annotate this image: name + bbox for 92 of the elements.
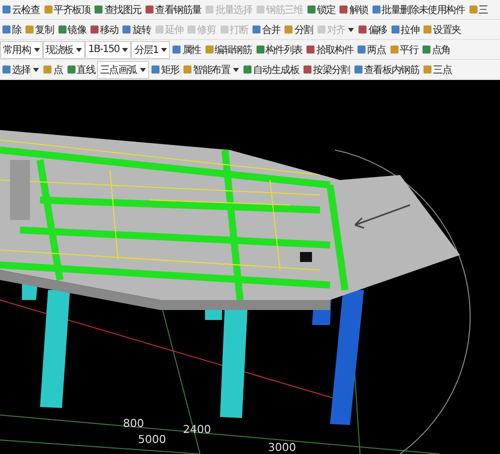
toolbar-button[interactable]: 编辑钢筋 (202, 42, 254, 58)
tool-icon (2, 65, 11, 74)
tool-icon (358, 25, 368, 34)
toolbar-button[interactable]: 拾取构件 (304, 42, 356, 58)
toolbar-button[interactable]: 锁定 (304, 2, 338, 18)
component-select[interactable]: 分层1 (131, 40, 170, 58)
tool-icon (354, 65, 363, 74)
tool-icon (43, 65, 52, 74)
dimension-label: 2400 (183, 423, 211, 436)
tool-icon (187, 25, 196, 34)
caret-icon (33, 68, 40, 72)
tool-icon (220, 25, 229, 34)
component-select[interactable]: 常用构 (0, 40, 43, 58)
tool-icon (468, 5, 478, 14)
tool-icon (372, 5, 381, 14)
toolbar-button[interactable]: 平齐板顶 (42, 2, 92, 18)
toolbar-button[interactable]: 分割 (282, 22, 315, 38)
dimension-label: 800 (123, 417, 144, 430)
toolbar-button[interactable]: 复制 (23, 22, 56, 38)
caret-icon (348, 28, 354, 32)
component-select[interactable]: 现浇板 (42, 40, 86, 58)
tool-icon (284, 25, 294, 34)
tool-icon (390, 25, 400, 34)
toolbar-button[interactable]: 镜像 (56, 22, 88, 38)
tool-icon (252, 25, 262, 34)
tool-icon (154, 25, 164, 34)
toolbar-button[interactable]: 构件列表 (254, 42, 304, 58)
tool-icon (172, 45, 182, 54)
toolbar-button[interactable]: 移动 (88, 22, 120, 38)
toolbar-button[interactable]: 云检查 (0, 2, 42, 18)
caret-icon (122, 48, 128, 52)
toolbar-button[interactable]: 选择 (0, 62, 42, 78)
tool-icon (183, 65, 192, 74)
tool-icon (256, 5, 266, 14)
toolbar-button[interactable]: 属性 (170, 42, 203, 58)
caret-icon (161, 48, 168, 52)
toolbar-button[interactable]: 直线 (64, 62, 98, 78)
tool-icon (2, 25, 11, 34)
tool-icon (357, 45, 366, 54)
toolbar-button[interactable]: 自动生成板 (241, 62, 302, 78)
toolbar-button[interactable]: 查看钢筋量 (143, 2, 204, 18)
caret-icon (76, 48, 82, 52)
toolbar-button[interactable]: 按梁分割 (301, 62, 352, 78)
tool-icon (150, 65, 160, 74)
tool-icon (205, 5, 214, 14)
tool-icon (25, 25, 34, 34)
caret-icon (140, 68, 146, 72)
dimension-label: 3000 (268, 441, 296, 454)
toolbar-button[interactable]: 解锁 (337, 2, 370, 18)
tool-icon (256, 45, 265, 54)
toolbar-button[interactable]: 查看板内钢筋 (352, 62, 422, 78)
tool-icon (2, 5, 11, 14)
tool-icon (390, 45, 399, 54)
tool-icon (44, 5, 53, 14)
toolbar-button[interactable]: 两点 (355, 42, 388, 58)
toolbar-button[interactable]: 点 (41, 62, 65, 78)
toolbar-button[interactable]: 除 (0, 22, 24, 38)
tool-icon (316, 25, 326, 34)
toolbar-button[interactable]: 三点 (421, 62, 454, 78)
toolbar-button[interactable]: 三 (466, 2, 490, 18)
caret-icon (34, 48, 40, 52)
toolbar-button[interactable]: 设置夹 (421, 22, 463, 38)
component-select[interactable]: 1B-150 (85, 40, 132, 58)
arrow-drawing (354, 204, 411, 229)
toolbar-button[interactable]: 合并 (250, 22, 282, 38)
tool-icon (306, 45, 316, 54)
tool-icon (303, 65, 312, 74)
tool-icon (243, 65, 252, 74)
dimension-label: 5000 (138, 433, 166, 446)
tool-icon (58, 25, 67, 34)
tool-icon (66, 65, 76, 74)
toolbar-button[interactable]: 拉伸 (388, 22, 422, 38)
toolbar-button[interactable]: 矩形 (148, 62, 182, 78)
tool-icon (94, 5, 104, 14)
toolbar-button[interactable]: 平行 (388, 42, 420, 58)
tool-icon (122, 25, 132, 34)
caret-icon (233, 68, 240, 72)
tool-icon (423, 65, 432, 74)
tool-icon (422, 45, 431, 54)
tool-icon (423, 25, 432, 34)
toolbar-button[interactable]: 智能布置 (181, 62, 242, 78)
toolbar-button[interactable]: 旋转 (120, 22, 153, 38)
component-select[interactable]: 三点画弧 (97, 60, 149, 78)
toolbar-button[interactable]: 偏移 (356, 22, 389, 38)
toolbar-button[interactable]: 点角 (420, 42, 452, 58)
tool-icon (145, 5, 154, 14)
tool-icon (306, 5, 316, 14)
toolbar-button[interactable]: 批量删除未使用构件 (370, 2, 466, 18)
toolbar-button[interactable]: 查找图元 (92, 2, 144, 18)
tool-icon (204, 45, 214, 54)
tool-icon (339, 5, 348, 14)
tool-icon (90, 25, 100, 34)
